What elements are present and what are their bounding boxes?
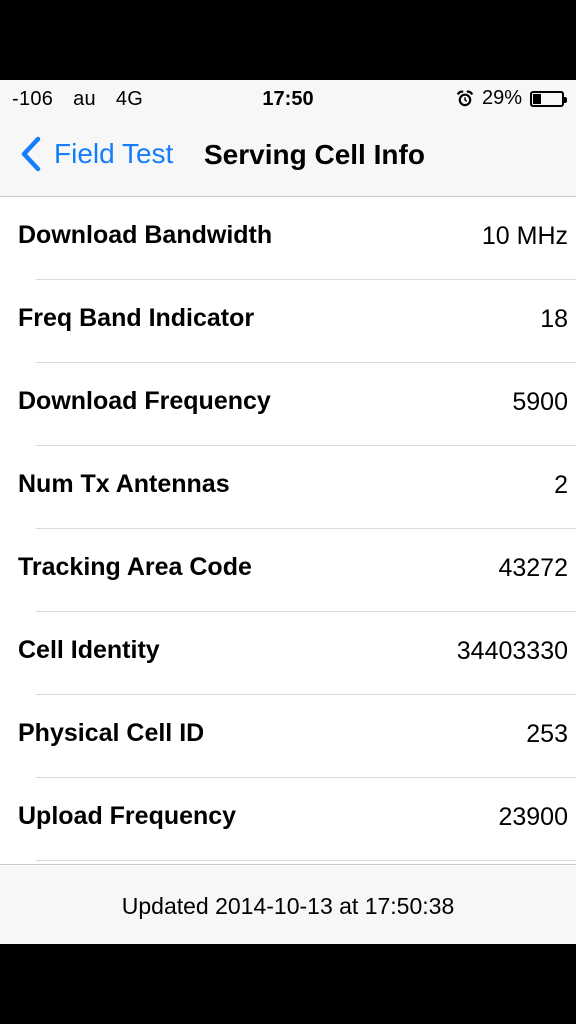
navigation-bar: Field Test Serving Cell Info xyxy=(0,118,576,197)
list-item-download-frequency: Download Frequency 5900 xyxy=(0,363,576,446)
row-value: 23900 xyxy=(498,803,568,831)
row-label: Freq Band Indicator xyxy=(18,304,255,332)
back-button-label: Field Test xyxy=(54,138,174,169)
alarm-icon xyxy=(456,90,474,106)
row-label: Upload Frequency xyxy=(18,802,237,830)
row-value: 18 xyxy=(540,305,568,333)
list-item-cell-identity: Cell Identity 34403330 xyxy=(0,612,576,695)
list-item-freq-band-indicator: Freq Band Indicator 18 xyxy=(0,280,576,363)
battery-icon xyxy=(530,90,567,107)
list-item-download-bandwidth: Download Bandwidth 10 MHz xyxy=(0,197,576,280)
bottom-toolbar: Updated 2014-10-13 at 17:50:38 xyxy=(0,864,576,944)
cell-info-list: Download Bandwidth 10 MHz Freq Band Indi… xyxy=(0,197,576,861)
row-label: Physical Cell ID xyxy=(18,719,205,747)
list-item-upload-frequency: Upload Frequency 23900 xyxy=(0,778,576,861)
status-bar: -106 au 4G 17:50 29% xyxy=(0,80,576,118)
battery-fill xyxy=(533,93,541,104)
row-label: Download Frequency xyxy=(18,387,271,415)
row-value: 2 xyxy=(554,471,568,499)
page-title: Serving Cell Info xyxy=(204,139,425,170)
phone-screen: -106 au 4G 17:50 29% Field Test Serving … xyxy=(0,80,576,944)
chevron-left-icon xyxy=(21,136,41,172)
updated-timestamp: Updated 2014-10-13 at 17:50:38 xyxy=(121,893,455,919)
row-label: Cell Identity xyxy=(18,636,160,664)
row-value: 253 xyxy=(526,720,568,748)
list-item-physical-cell-id: Physical Cell ID 253 xyxy=(0,695,576,778)
row-value: 10 MHz xyxy=(481,222,568,250)
status-bar-right: 29% xyxy=(456,87,567,110)
row-divider xyxy=(36,860,576,861)
row-value: 5900 xyxy=(512,388,568,416)
row-label: Num Tx Antennas xyxy=(18,470,230,498)
list-item-tracking-area-code: Tracking Area Code 43272 xyxy=(0,529,576,612)
row-value: 34403330 xyxy=(456,637,568,665)
row-label: Tracking Area Code xyxy=(18,553,252,581)
back-button[interactable]: Field Test xyxy=(20,136,173,172)
row-label: Download Bandwidth xyxy=(18,221,273,249)
list-item-num-tx-antennas: Num Tx Antennas 2 xyxy=(0,446,576,529)
battery-percentage: 29% xyxy=(481,87,522,109)
row-value: 43272 xyxy=(498,554,568,582)
